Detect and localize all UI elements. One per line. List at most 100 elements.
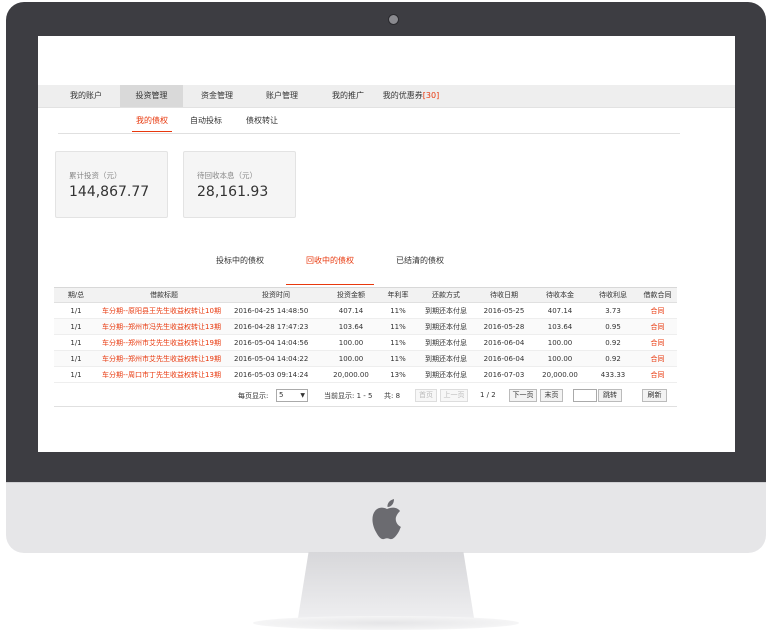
cell-principal: 407.14 (532, 302, 588, 319)
cell-contract-link[interactable]: 合同 (638, 350, 677, 367)
col-repay-method: 还款方式 (416, 287, 476, 303)
per-page-value: 5 (279, 391, 284, 399)
cell-title-link[interactable]: 车分期--郑州市冯先生收益权转让13期 (98, 318, 230, 335)
cell-rate: 11% (380, 334, 416, 351)
cell-rate: 13% (380, 366, 416, 383)
nav-label: 我的账户 (70, 91, 102, 100)
nav-item-my-account[interactable]: 我的账户 (56, 85, 116, 107)
cell-contract-link[interactable]: 合同 (638, 334, 677, 351)
per-page-select[interactable]: 5 ▼ (276, 389, 308, 402)
monitor-stand-base (253, 616, 519, 630)
nav-item-promotion[interactable]: 我的推广 (317, 85, 379, 107)
cell-repay-method: 到期还本付息 (416, 366, 476, 383)
table-header-row: 期/总 借款标题 投资时间 投资金额 年利率 还款方式 待收日期 待收本金 待收… (54, 287, 677, 303)
pending-recovery-label: 待回收本息（元） (197, 171, 257, 180)
nav-item-coupons[interactable]: 我的优惠券[30] (379, 85, 443, 107)
pending-recovery-card: 待回收本息（元） 28,161.93 (183, 151, 296, 218)
total-investment-card: 累计投资（元） 144,867.77 (55, 151, 168, 218)
first-page-button[interactable]: 首页 (415, 389, 437, 402)
cell-due-date: 2016-07-03 (476, 366, 532, 383)
total-count-text: 共: 8 (384, 392, 401, 400)
pagination-bar: 每页显示: 5 ▼ 当前显示: 1 - 5 共: 8 首页 上一页 1 / 2 … (54, 386, 677, 407)
nav-label: 投资管理 (135, 91, 168, 100)
cell-principal: 100.00 (532, 334, 588, 351)
total-investment-value: 144,867.77 (69, 184, 150, 200)
cell-due-date: 2016-05-25 (476, 302, 532, 319)
tab-recovering-debts[interactable]: 回收中的债权 (300, 255, 360, 271)
apple-logo-icon (372, 499, 401, 540)
nav-label: 我的优惠券 (382, 91, 423, 100)
tab-auto-bid[interactable]: 自动投标 (186, 113, 226, 131)
page-info-text: 1 / 2 (480, 391, 496, 399)
nav-item-funds[interactable]: 资金管理 (186, 85, 248, 107)
col-interest: 待收利息 (588, 287, 638, 303)
cell-invest-time: 2016-05-04 14:04:22 (230, 350, 322, 367)
cell-principal: 20,000.00 (532, 366, 588, 383)
col-due-date: 待收日期 (476, 287, 532, 303)
monitor-stand-neck (298, 552, 474, 618)
cell-title-link[interactable]: 车分期--郑州市艾先生收益权转让19期 (98, 334, 230, 351)
cell-principal: 103.64 (532, 318, 588, 335)
camera-icon (388, 14, 399, 25)
cell-rate: 11% (380, 350, 416, 367)
tab-settled-debts[interactable]: 已结清的债权 (390, 255, 450, 271)
cell-period: 1/1 (54, 318, 98, 335)
cell-invest-time: 2016-04-25 14:48:50 (230, 302, 322, 319)
refresh-button[interactable]: 刷新 (642, 389, 667, 402)
cell-repay-method: 到期还本付息 (416, 334, 476, 351)
nav-label: 资金管理 (201, 91, 233, 100)
top-nav: 我的账户 投资管理 资金管理 账户管理 我的推广 我的优惠券[30] (38, 85, 735, 108)
nav-item-investment[interactable]: 投资管理 (120, 85, 183, 107)
cell-amount: 103.64 (322, 318, 380, 335)
sub-tabs: 我的债权 自动投标 债权转让 (58, 111, 680, 134)
chevron-down-icon: ▼ (300, 392, 305, 399)
cell-due-date: 2016-06-04 (476, 334, 532, 351)
cell-rate: 11% (380, 318, 416, 335)
prev-page-button[interactable]: 上一页 (440, 389, 468, 402)
col-contract: 借款合同 (638, 287, 677, 303)
cell-invest-time: 2016-05-04 14:04:56 (230, 334, 322, 351)
jump-page-input[interactable] (573, 389, 597, 402)
col-rate: 年利率 (380, 287, 416, 303)
cell-period: 1/1 (54, 350, 98, 367)
cell-period: 1/1 (54, 334, 98, 351)
cell-contract-link[interactable]: 合同 (638, 302, 677, 319)
cell-period: 1/1 (54, 302, 98, 319)
col-title: 借款标题 (98, 287, 230, 303)
table-row: 1/1 车分期--周口市丁先生收益权转让13期 2016-05-03 09:14… (54, 366, 677, 383)
cell-contract-link[interactable]: 合同 (638, 318, 677, 335)
screen: 我的账户 投资管理 资金管理 账户管理 我的推广 我的优惠券[30] 我的债权 … (38, 36, 735, 452)
cell-interest: 0.92 (588, 334, 638, 351)
current-range-text: 当前显示: 1 - 5 (324, 392, 373, 400)
col-period: 期/总 (54, 287, 98, 303)
cell-repay-method: 到期还本付息 (416, 318, 476, 335)
jump-button[interactable]: 跳转 (598, 389, 622, 402)
cell-due-date: 2016-06-04 (476, 350, 532, 367)
cell-interest: 433.33 (588, 366, 638, 383)
cell-invest-time: 2016-05-03 09:14:24 (230, 366, 322, 383)
cell-title-link[interactable]: 车分期--原阳县王先生收益权转让10期 (98, 302, 230, 319)
cell-interest: 0.92 (588, 350, 638, 367)
nav-label: 账户管理 (266, 91, 298, 100)
last-page-button[interactable]: 末页 (540, 389, 563, 402)
cell-due-date: 2016-05-28 (476, 318, 532, 335)
nav-item-account-settings[interactable]: 账户管理 (251, 85, 313, 107)
cell-amount: 20,000.00 (322, 366, 380, 383)
tab-bidding-debts[interactable]: 投标中的债权 (210, 255, 270, 271)
table-row: 1/1 车分期--郑州市艾先生收益权转让19期 2016-05-04 14:04… (54, 350, 677, 367)
cell-principal: 100.00 (532, 350, 588, 367)
pending-recovery-value: 28,161.93 (197, 184, 269, 200)
nav-label: 我的推广 (332, 91, 364, 100)
tab-debt-transfer[interactable]: 债权转让 (242, 113, 282, 131)
next-page-button[interactable]: 下一页 (509, 389, 537, 402)
cell-invest-time: 2016-04-28 17:47:23 (230, 318, 322, 335)
table-row: 1/1 车分期--郑州市冯先生收益权转让13期 2016-04-28 17:47… (54, 318, 677, 335)
cell-title-link[interactable]: 车分期--郑州市艾先生收益权转让19期 (98, 350, 230, 367)
total-investment-label: 累计投资（元） (69, 171, 122, 180)
cell-amount: 407.14 (322, 302, 380, 319)
cell-title-link[interactable]: 车分期--周口市丁先生收益权转让13期 (98, 366, 230, 383)
col-principal: 待收本金 (532, 287, 588, 303)
table-row: 1/1 车分期--原阳县王先生收益权转让10期 2016-04-25 14:48… (54, 302, 677, 319)
tab-my-debts[interactable]: 我的债权 (132, 113, 172, 132)
cell-contract-link[interactable]: 合同 (638, 366, 677, 383)
